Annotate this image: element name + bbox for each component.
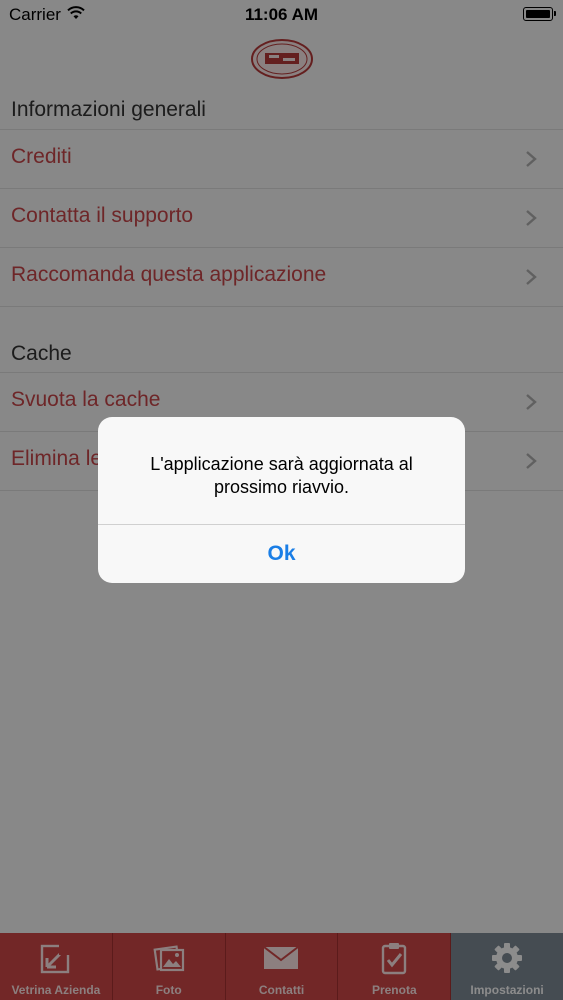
- alert-dialog: L'applicazione sarà aggiornata al prossi…: [98, 417, 465, 583]
- alert-message: L'applicazione sarà aggiornata al prossi…: [150, 454, 413, 497]
- ok-button[interactable]: Ok: [98, 525, 465, 583]
